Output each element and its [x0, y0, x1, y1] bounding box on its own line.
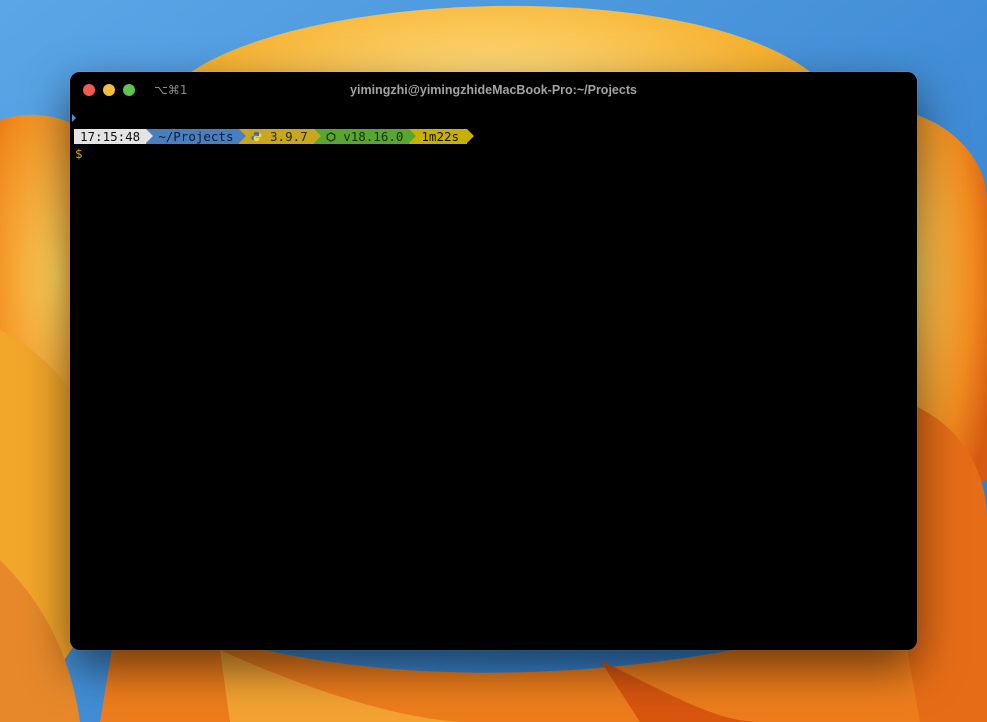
prompt-duration-segment: 1m22s: [409, 129, 475, 144]
prompt-time: 17:15:48: [80, 129, 141, 144]
prompt-symbol: $: [75, 146, 83, 161]
command-input-line[interactable]: [86, 146, 906, 161]
prompt-time-segment: 17:15:48: [74, 129, 154, 144]
prompt-marker-icon: [72, 114, 76, 122]
command-duration: 1m22s: [421, 129, 460, 144]
prompt-path: ~/Projects: [158, 129, 234, 144]
prompt-node-segment: v18.16.0: [313, 129, 417, 144]
segment-arrow-icon: [239, 129, 247, 143]
node-version: v18.16.0: [343, 129, 404, 144]
segment-arrow-icon: [467, 129, 475, 143]
node-hexagon-icon: [326, 129, 344, 144]
prompt-path-segment: ~/Projects: [146, 129, 247, 144]
terminal-content[interactable]: 17:15:48 ~/Projects 3.9.7 v18.16.0 1m22s…: [70, 110, 917, 650]
segment-arrow-icon: [146, 129, 154, 143]
title-bar[interactable]: ⌥⌘1 yimingzhi@yimingzhideMacBook-Pro:~/P…: [70, 72, 917, 110]
segment-arrow-icon: [313, 129, 321, 143]
python-snake-icon: [251, 129, 270, 144]
segment-arrow-icon: [409, 129, 417, 143]
window-title: yimingzhi@yimingzhideMacBook-Pro:~/Proje…: [350, 83, 637, 97]
powerline-prompt: 17:15:48 ~/Projects 3.9.7 v18.16.0 1m22s: [74, 129, 475, 144]
terminal-window: ⌥⌘1 yimingzhi@yimingzhideMacBook-Pro:~/P…: [70, 72, 917, 650]
python-version: 3.9.7: [270, 129, 308, 144]
prompt-python-segment: 3.9.7: [239, 129, 321, 144]
